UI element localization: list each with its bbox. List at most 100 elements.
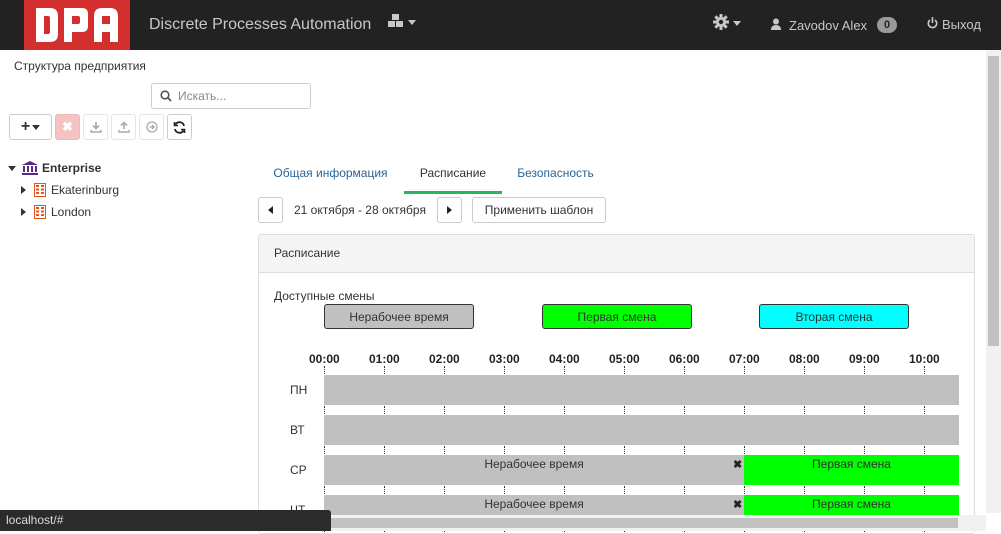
row-separator-tick xyxy=(924,446,925,454)
row-separator-tick xyxy=(744,446,745,454)
panel-title: Расписание xyxy=(259,235,974,273)
tab-security[interactable]: Безопасность xyxy=(503,158,608,194)
search-input[interactable] xyxy=(176,87,306,105)
day-schedule-row[interactable]: Нерабочее время Первая смена ✖ xyxy=(324,455,959,485)
schedule-panel: Расписание Доступные смены Нерабочее вре… xyxy=(258,234,975,534)
shift-segment[interactable]: Нерабочее время xyxy=(324,455,744,485)
hour-tick-line xyxy=(384,366,385,374)
row-separator-tick xyxy=(924,406,925,414)
next-week-button[interactable] xyxy=(437,197,462,223)
vertical-scrollbar-thumb[interactable] xyxy=(988,56,999,346)
bank-icon xyxy=(22,161,38,175)
row-separator-tick xyxy=(684,406,685,414)
add-dropdown-button[interactable]: + xyxy=(9,114,52,140)
hour-tick-label: 03:00 xyxy=(489,352,520,366)
building-icon xyxy=(34,205,46,219)
hour-tick-line xyxy=(324,366,325,374)
structure-title: Структура предприятия xyxy=(14,59,146,73)
chevron-left-icon xyxy=(268,206,273,214)
tree-node-ekaterinburg[interactable]: Ekaterinburg xyxy=(8,179,119,201)
row-separator-tick xyxy=(564,446,565,454)
expand-toggle-icon[interactable] xyxy=(8,165,16,171)
row-separator-tick xyxy=(324,446,325,454)
hour-tick-line xyxy=(924,366,925,374)
building-icon xyxy=(34,183,46,197)
row-separator-tick xyxy=(924,486,925,494)
chevron-right-icon xyxy=(447,206,452,214)
expand-toggle-icon[interactable] xyxy=(21,208,26,216)
hour-tick-label: 04:00 xyxy=(549,352,580,366)
hour-tick-label: 02:00 xyxy=(429,352,460,366)
cubes-icon xyxy=(388,14,404,31)
notifications-badge[interactable]: 0 xyxy=(877,17,898,33)
row-separator-tick xyxy=(684,446,685,454)
horizontal-scrollbar[interactable] xyxy=(258,515,986,531)
enterprise-tree: Enterprise Ekaterinburg London xyxy=(8,157,119,223)
expand-toggle-icon[interactable] xyxy=(21,186,26,194)
user-name: Zavodov Alex xyxy=(789,17,868,33)
hour-tick-label: 08:00 xyxy=(789,352,820,366)
shift-chip-non-working[interactable]: Нерабочее время xyxy=(324,304,474,329)
delete-button[interactable]: ✖ xyxy=(55,114,80,140)
shift-segment[interactable] xyxy=(324,415,959,445)
day-schedule-row[interactable] xyxy=(324,375,959,405)
tree-node-london[interactable]: London xyxy=(8,201,119,223)
row-separator-tick xyxy=(804,446,805,454)
status-bar-url: localhost/# xyxy=(0,510,331,531)
row-separator-tick xyxy=(564,406,565,414)
download-icon xyxy=(89,122,102,133)
row-separator-tick xyxy=(744,486,745,494)
app-brand-title[interactable]: Discrete Processes Automation xyxy=(149,16,371,34)
row-separator-tick xyxy=(864,486,865,494)
day-schedule-row[interactable] xyxy=(324,415,959,445)
day-label: СР xyxy=(290,463,307,477)
forward-button[interactable] xyxy=(139,114,164,140)
row-separator-tick xyxy=(384,406,385,414)
apply-template-button[interactable]: Применить шаблон xyxy=(472,197,606,223)
tab-schedule[interactable]: Расписание xyxy=(404,158,502,194)
row-separator-tick xyxy=(624,486,625,494)
user-menu[interactable]: Zavodov Alex 0 xyxy=(771,17,898,33)
dpa-logo[interactable] xyxy=(24,0,130,50)
horizontal-scrollbar-thumb[interactable] xyxy=(318,518,958,528)
tree-node-label: Enterprise xyxy=(42,161,102,175)
chevron-down-icon xyxy=(408,20,416,25)
hour-tick-line xyxy=(804,366,805,374)
row-separator-tick xyxy=(624,406,625,414)
row-separator-tick xyxy=(444,406,445,414)
hour-tick-label: 10:00 xyxy=(909,352,940,366)
modules-dropdown[interactable] xyxy=(388,14,416,31)
refresh-button[interactable] xyxy=(167,114,192,140)
row-separator-tick xyxy=(444,446,445,454)
remove-segment-icon[interactable]: ✖ xyxy=(733,498,742,511)
power-icon xyxy=(927,17,938,32)
close-icon: ✖ xyxy=(62,119,73,134)
tree-node-label: London xyxy=(51,205,92,219)
shift-chip-second[interactable]: Вторая смена xyxy=(759,304,909,329)
search-box xyxy=(151,83,311,109)
hour-tick-line xyxy=(564,366,565,374)
search-icon xyxy=(160,90,172,102)
shift-segment[interactable] xyxy=(324,375,959,405)
hour-tick-line xyxy=(864,366,865,374)
tree-node-enterprise[interactable]: Enterprise xyxy=(8,157,119,179)
remove-segment-icon[interactable]: ✖ xyxy=(733,458,742,471)
hour-tick-label: 00:00 xyxy=(309,352,340,366)
hour-tick-label: 09:00 xyxy=(849,352,880,366)
hour-tick-label: 07:00 xyxy=(729,352,760,366)
prev-week-button[interactable] xyxy=(258,197,283,223)
available-shifts-title: Доступные смены xyxy=(274,289,375,303)
upload-button[interactable] xyxy=(111,114,136,140)
tab-general-info[interactable]: Общая информация xyxy=(258,158,403,194)
shift-segment[interactable]: Первая смена xyxy=(744,455,959,485)
settings-dropdown[interactable] xyxy=(713,14,741,33)
row-separator-tick xyxy=(804,406,805,414)
row-separator-tick xyxy=(744,406,745,414)
download-button[interactable] xyxy=(83,114,108,140)
logout-link[interactable]: Выход xyxy=(927,17,981,32)
refresh-icon xyxy=(173,120,186,134)
vertical-scrollbar[interactable] xyxy=(986,50,1001,513)
shift-chip-first[interactable]: Первая смена xyxy=(542,304,692,329)
hour-tick-line xyxy=(624,366,625,374)
row-separator-tick xyxy=(504,406,505,414)
